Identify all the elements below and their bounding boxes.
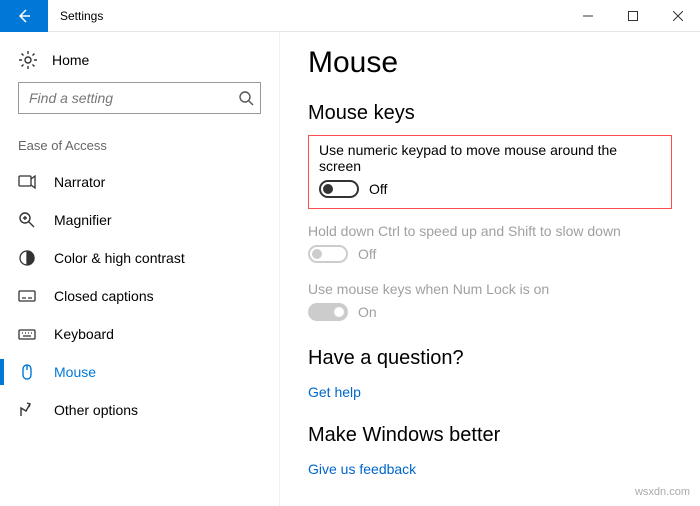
toggle-ctrl-shift (308, 245, 348, 263)
arrow-icon (18, 401, 36, 419)
keyboard-icon (18, 325, 36, 343)
sidebar-item-label: Magnifier (54, 212, 112, 228)
maximize-icon (628, 11, 638, 21)
window-controls (565, 0, 700, 32)
toggle-ctrl-shift-state: Off (358, 246, 376, 262)
sidebar-item-label: Mouse (54, 364, 96, 380)
sidebar-item-narrator[interactable]: Narrator (0, 163, 279, 201)
setting-numlock-desc: Use mouse keys when Num Lock is on (308, 281, 672, 297)
setting-ctrl-shift-desc: Hold down Ctrl to speed up and Shift to … (308, 223, 672, 239)
captions-icon (18, 287, 36, 305)
sidebar-item-other-options[interactable]: Other options (0, 391, 279, 429)
sidebar-item-keyboard[interactable]: Keyboard (0, 315, 279, 353)
sidebar-item-closed-captions[interactable]: Closed captions (0, 277, 279, 315)
sidebar-item-magnifier[interactable]: Magnifier (0, 201, 279, 239)
page-title: Mouse (308, 46, 672, 80)
sidebar-item-color-contrast[interactable]: Color & high contrast (0, 239, 279, 277)
search-box[interactable] (18, 82, 261, 114)
better-heading: Make Windows better (308, 424, 672, 447)
title-bar: Settings (0, 0, 700, 32)
question-heading: Have a question? (308, 347, 672, 370)
narrator-icon (18, 173, 36, 191)
watermark: wsxdn.com (635, 486, 690, 498)
get-help-link[interactable]: Get help (308, 384, 361, 400)
minimize-icon (583, 11, 593, 21)
mouse-keys-heading: Mouse keys (308, 102, 672, 125)
close-button[interactable] (655, 0, 700, 32)
content-area: Mouse Mouse keys Use numeric keypad to m… (280, 32, 700, 506)
sidebar-item-label: Keyboard (54, 326, 114, 342)
feedback-link[interactable]: Give us feedback (308, 461, 416, 477)
toggle-numlock (308, 303, 348, 321)
maximize-button[interactable] (610, 0, 655, 32)
magnifier-icon (18, 211, 36, 229)
sidebar-item-label: Other options (54, 402, 138, 418)
setting-numeric-keypad-desc: Use numeric keypad to move mouse around … (319, 142, 661, 174)
minimize-button[interactable] (565, 0, 610, 32)
mouse-icon (18, 363, 36, 381)
arrow-left-icon (16, 8, 32, 24)
window-title: Settings (48, 9, 565, 23)
search-input[interactable] (27, 89, 238, 107)
sidebar-item-label: Closed captions (54, 288, 154, 304)
home-label: Home (52, 52, 89, 68)
sidebar-item-label: Color & high contrast (54, 250, 185, 266)
toggle-numlock-state: On (358, 304, 377, 320)
toggle-numeric-keypad[interactable] (319, 180, 359, 198)
gear-icon (18, 50, 38, 70)
search-icon (238, 90, 254, 106)
home-button[interactable]: Home (0, 42, 279, 82)
sidebar: Home Ease of Access Narrator Magnifier (0, 32, 280, 506)
sidebar-item-label: Narrator (54, 174, 105, 190)
close-icon (673, 11, 683, 21)
toggle-numeric-keypad-state: Off (369, 181, 387, 197)
sidebar-item-mouse[interactable]: Mouse (0, 353, 279, 391)
highlighted-setting: Use numeric keypad to move mouse around … (308, 135, 672, 209)
sidebar-section-label: Ease of Access (0, 132, 279, 163)
back-button[interactable] (0, 0, 48, 32)
contrast-icon (18, 249, 36, 267)
